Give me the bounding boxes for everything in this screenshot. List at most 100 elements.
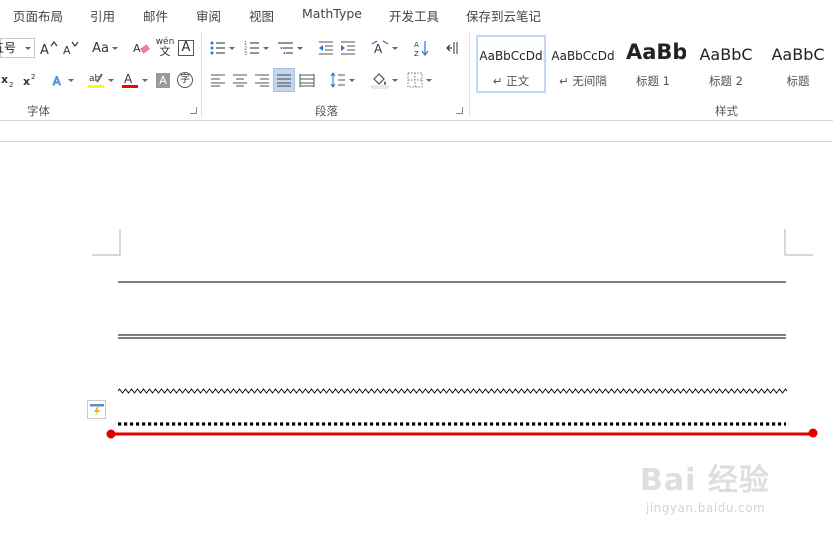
svg-text:x: x [23, 75, 30, 88]
style-title[interactable]: AaBbC 标题 [763, 35, 833, 93]
distributed-button[interactable] [297, 69, 317, 91]
page-corner-mark-right [784, 229, 813, 256]
font-dialog-launcher-icon[interactable] [190, 107, 197, 114]
justify-icon [277, 74, 291, 87]
character-shading-label: A [156, 72, 170, 88]
text-effects-button[interactable]: A [52, 69, 74, 91]
tab-mathtype[interactable]: MathType [302, 6, 362, 21]
svg-text:A: A [124, 72, 133, 86]
style-heading-2[interactable]: AaBbC 标题 2 [691, 35, 761, 93]
chevron-down-icon [107, 78, 114, 82]
single-line-border [118, 281, 786, 283]
watermark-url: jingyan.baidu.com [646, 501, 766, 515]
tab-references[interactable]: 引用 [90, 6, 115, 25]
font-size-value: 五号 [0, 41, 17, 55]
tab-developer[interactable]: 开发工具 [389, 6, 439, 25]
multilevel-list-icon [277, 42, 293, 54]
chevron-down-icon [111, 46, 118, 50]
eraser-icon: A [133, 42, 150, 55]
svg-text:A: A [414, 41, 419, 49]
align-left-button[interactable] [208, 69, 228, 91]
lightning-icon [89, 403, 104, 416]
svg-text:A: A [40, 43, 49, 56]
line-spacing-button[interactable] [328, 69, 356, 91]
align-right-button[interactable] [252, 69, 272, 91]
highlight-color-button[interactable]: ab [85, 69, 115, 91]
tab-review[interactable]: 审阅 [196, 6, 221, 25]
align-left-icon [211, 74, 225, 87]
paragraph-mark-icon [446, 42, 458, 54]
multilevel-list-button[interactable] [276, 37, 304, 59]
chevron-down-icon [228, 46, 235, 50]
distributed-icon [299, 74, 315, 87]
paragraph-dialog-launcher-icon[interactable] [456, 107, 463, 114]
borders-icon [407, 72, 422, 88]
paragraph-shading-button[interactable] [368, 69, 400, 91]
highlight-color-swatch [87, 85, 104, 88]
font-size-select[interactable]: 五号 [0, 38, 35, 58]
numbering-button[interactable]: 123 [242, 37, 270, 59]
shrink-font-icon: A [63, 41, 79, 56]
chinese-layout-icon: A [371, 40, 388, 56]
character-shading-button[interactable]: A [155, 69, 171, 91]
style-sample: AaBbC [699, 45, 753, 64]
text-effects-icon: A [52, 73, 61, 88]
style-no-spacing[interactable]: AaBbCcDd ↵ 无间隔 [548, 35, 618, 93]
subscript-button[interactable]: x2 [0, 69, 16, 91]
chevron-down-icon [262, 46, 269, 50]
enclose-characters-label: 字 [177, 72, 193, 88]
superscript-button[interactable]: x2 [22, 69, 38, 91]
align-center-button[interactable] [230, 69, 250, 91]
tab-mailings[interactable]: 邮件 [143, 6, 168, 25]
group-divider [469, 31, 470, 117]
enclose-characters-button[interactable]: 字 [176, 69, 194, 91]
increase-indent-icon [341, 41, 355, 55]
style-sample: AaBb [626, 40, 686, 64]
bullet-list-icon [210, 41, 225, 55]
tab-page-layout[interactable]: 页面布局 [13, 6, 63, 25]
clear-formatting-button[interactable]: A [132, 37, 152, 59]
font-color-swatch [121, 85, 138, 88]
show-formatting-marks-button[interactable] [442, 37, 462, 59]
font-color-button[interactable]: A [119, 69, 149, 91]
paint-bucket-icon [371, 73, 388, 89]
chevron-down-icon [296, 46, 303, 50]
grow-font-icon: A [40, 41, 58, 56]
sort-button[interactable]: AZ [412, 37, 432, 59]
justify-button[interactable] [273, 68, 295, 92]
style-name: 标题 1 [636, 74, 670, 88]
chevron-down-icon [348, 78, 355, 82]
phonetic-guide-button[interactable]: wén 文 [155, 36, 175, 58]
shrink-font-button[interactable]: A [62, 37, 80, 59]
superscript-icon: x2 [23, 73, 35, 88]
svg-text:Z: Z [414, 50, 419, 57]
style-sample: AaBbCcDd [479, 49, 543, 63]
ruler-strip [0, 121, 833, 142]
autocorrect-options-button[interactable] [87, 400, 106, 419]
change-case-button[interactable]: Aa [88, 37, 122, 59]
borders-button[interactable] [403, 69, 435, 91]
watermark-brand: Bai 经验 [640, 463, 770, 498]
bullets-button[interactable] [208, 37, 236, 59]
font-group-label: 字体 [27, 104, 50, 118]
style-name: ↵ 正文 [492, 74, 530, 88]
chevron-down-icon [391, 46, 398, 50]
tab-view[interactable]: 视图 [249, 6, 274, 25]
ribbon-home: 五号 A A Aa A wén 文 A x2 x2 A ab A A 字 字体 [0, 27, 833, 121]
character-border-label: A [178, 40, 194, 56]
character-border-button[interactable]: A [177, 37, 195, 59]
style-normal[interactable]: AaBbCcDd ↵ 正文 [476, 35, 546, 93]
svg-text:2: 2 [9, 81, 13, 88]
grow-font-button[interactable]: A [40, 37, 58, 59]
style-heading-1[interactable]: AaBb 标题 1 [620, 35, 686, 93]
style-sample: AaBbC [771, 45, 825, 64]
tab-save-to-cloud-note[interactable]: 保存到云笔记 [466, 6, 541, 25]
paragraph-group-label: 段落 [315, 104, 338, 118]
svg-text:3: 3 [244, 51, 247, 56]
increase-indent-button[interactable] [338, 37, 358, 59]
chinese-layout-button[interactable]: A [368, 37, 400, 59]
decrease-indent-button[interactable] [316, 37, 336, 59]
double-line-border [118, 334, 786, 339]
page-corner-mark-left [92, 229, 121, 256]
sort-icon: AZ [414, 41, 429, 57]
